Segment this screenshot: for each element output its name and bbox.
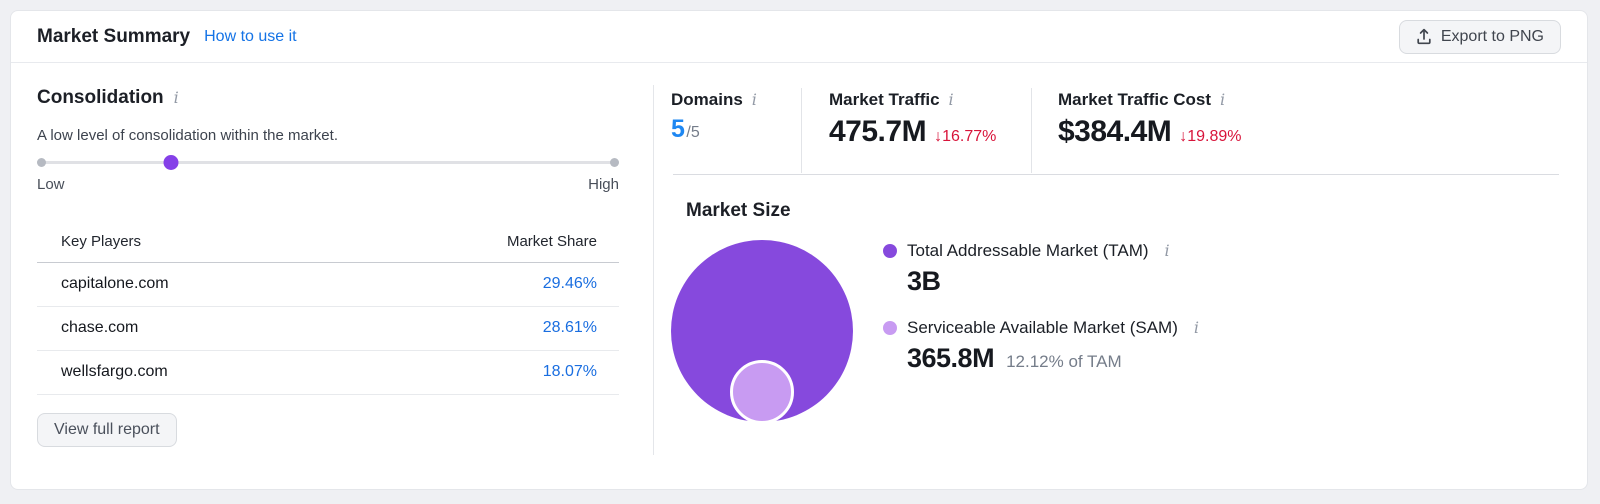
- info-icon[interactable]: i: [949, 92, 954, 108]
- consolidation-slider[interactable]: [37, 155, 619, 170]
- card-header: Market Summary How to use it Export to P…: [11, 11, 1587, 63]
- table-row: capitalone.com 29.46%: [37, 263, 619, 307]
- domain-cell: chase.com: [37, 307, 351, 351]
- export-to-png-button[interactable]: Export to PNG: [1399, 20, 1561, 54]
- slider-thumb[interactable]: [163, 155, 178, 170]
- consolidation-title: Consolidation: [37, 87, 164, 109]
- tam-label: Total Addressable Market (TAM): [907, 241, 1149, 261]
- market-traffic-cost-value: $384.4M: [1058, 115, 1171, 149]
- market-stats-section: Domains i 5 /5 Market Traffic i 475.7M: [653, 85, 1587, 455]
- col-header-key-players: Key Players: [37, 224, 351, 263]
- info-icon[interactable]: i: [1220, 92, 1225, 108]
- market-traffic-change: ↓16.77%: [934, 128, 996, 146]
- market-size-legend: Total Addressable Market (TAM) i 3B Serv…: [883, 241, 1199, 395]
- slider-low-label: Low: [37, 176, 65, 193]
- market-traffic-label: Market Traffic: [829, 90, 940, 110]
- sam-value: 365.8M: [907, 343, 994, 374]
- sam-dot-icon: [883, 321, 897, 335]
- sam-label: Serviceable Available Market (SAM): [907, 318, 1178, 338]
- page-title: Market Summary: [37, 26, 190, 48]
- domain-cell: capitalone.com: [37, 263, 351, 307]
- info-icon[interactable]: i: [752, 92, 757, 108]
- tam-value: 3B: [907, 266, 941, 297]
- domains-label: Domains: [671, 90, 743, 110]
- stat-market-traffic: Market Traffic i 475.7M ↓16.77%: [801, 88, 1031, 173]
- how-to-use-link[interactable]: How to use it: [204, 28, 296, 46]
- col-header-market-share: Market Share: [351, 224, 619, 263]
- sam-percent-of-tam: 12.12% of TAM: [1006, 352, 1122, 372]
- market-share-link[interactable]: 29.46%: [543, 275, 597, 292]
- domain-cell: wellsfargo.com: [37, 351, 351, 395]
- key-players-table: Key Players Market Share capitalone.com …: [37, 224, 619, 395]
- market-summary-card: Market Summary How to use it Export to P…: [10, 10, 1588, 490]
- info-icon[interactable]: i: [1194, 320, 1199, 336]
- table-row: chase.com 28.61%: [37, 307, 619, 351]
- sam-bubble[interactable]: [730, 360, 794, 424]
- market-share-link[interactable]: 28.61%: [543, 319, 597, 336]
- market-size-title: Market Size: [686, 200, 791, 222]
- domains-value: 5: [671, 115, 684, 144]
- tam-legend-item: Total Addressable Market (TAM) i: [883, 241, 1199, 261]
- slider-track: [37, 161, 619, 164]
- stats-row: Domains i 5 /5 Market Traffic i 475.7M: [654, 85, 1587, 174]
- domains-total: /5: [686, 124, 699, 142]
- market-traffic-cost-label: Market Traffic Cost: [1058, 90, 1211, 110]
- slider-end-dot-left: [37, 158, 46, 167]
- slider-end-dot-right: [610, 158, 619, 167]
- view-full-report-label: View full report: [54, 421, 160, 439]
- stat-domains: Domains i 5 /5: [654, 88, 801, 173]
- market-size-section: Market Size Total Addressable Market (TA…: [654, 175, 1587, 453]
- tam-dot-icon: [883, 244, 897, 258]
- table-row: wellsfargo.com 18.07%: [37, 351, 619, 395]
- sam-legend-item: Serviceable Available Market (SAM) i: [883, 318, 1199, 338]
- info-icon[interactable]: i: [174, 90, 179, 106]
- market-traffic-value: 475.7M: [829, 115, 926, 149]
- export-button-label: Export to PNG: [1441, 28, 1544, 46]
- card-body: Consolidation i A low level of consolida…: [11, 63, 1587, 490]
- view-full-report-button[interactable]: View full report: [37, 413, 177, 447]
- info-icon[interactable]: i: [1165, 243, 1170, 259]
- stat-market-traffic-cost: Market Traffic Cost i $384.4M ↓19.89%: [1031, 88, 1242, 173]
- consolidation-section: Consolidation i A low level of consolida…: [11, 63, 653, 490]
- market-traffic-cost-change: ↓19.89%: [1179, 128, 1241, 146]
- market-share-link[interactable]: 18.07%: [543, 363, 597, 380]
- upload-icon: [1416, 28, 1432, 45]
- consolidation-description: A low level of consolidation within the …: [37, 126, 619, 146]
- slider-high-label: High: [588, 176, 619, 193]
